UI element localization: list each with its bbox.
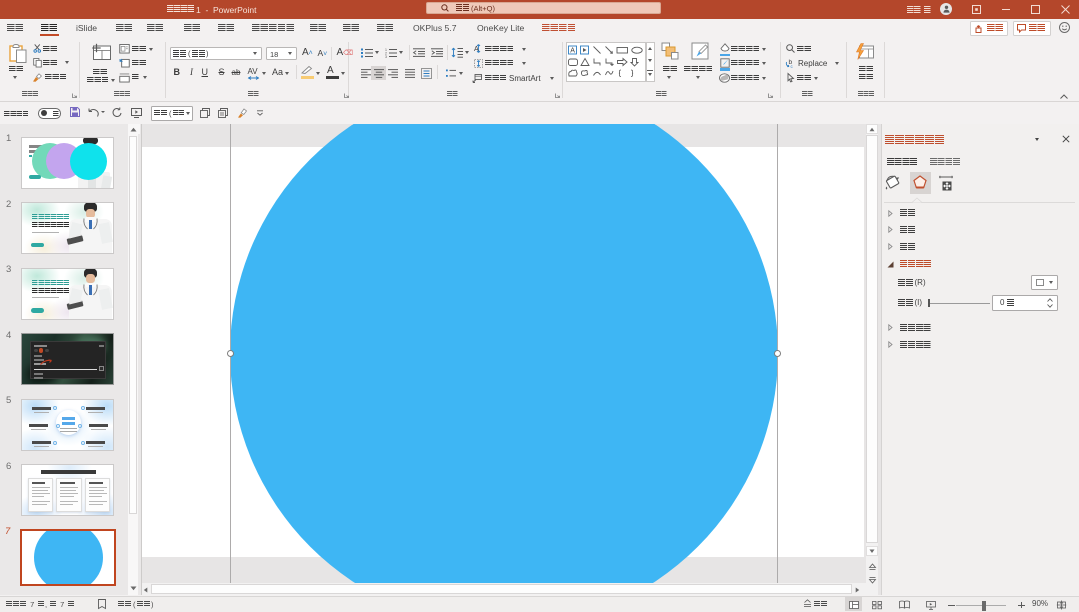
svg-text:3: 3 (385, 55, 387, 59)
svg-text:A: A (474, 46, 479, 53)
svg-text:c: c (791, 64, 794, 69)
svg-text:A: A (570, 47, 575, 54)
